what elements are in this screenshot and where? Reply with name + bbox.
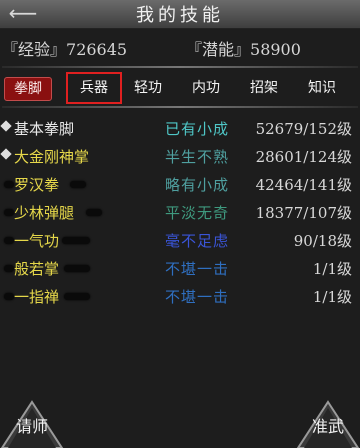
skill-name: 一气功	[14, 232, 60, 250]
tab-zhishi[interactable]: 知识	[302, 77, 342, 99]
brush-stroke-icon	[4, 265, 14, 272]
potential-label: 『潜能』	[186, 40, 251, 59]
skill-row[interactable]: 少林弹腿 平淡无奇 18377/107级	[0, 202, 360, 228]
divider-mid	[2, 106, 358, 108]
brush-stroke-icon	[4, 293, 14, 300]
tab-bingqi[interactable]: 兵器	[66, 72, 122, 104]
title-bar: ⟵ 我的技能	[0, 0, 360, 29]
page-title: 我的技能	[136, 5, 224, 26]
skill-level: 1/1级	[312, 260, 352, 278]
request-master-button[interactable]: 请师	[0, 400, 64, 448]
tab-neigong[interactable]: 内功	[186, 77, 226, 99]
prepare-martial-label: 准武	[311, 417, 344, 436]
skill-level: 18377/107级	[255, 204, 352, 222]
skill-rank: 不堪一击	[165, 260, 230, 278]
skill-name: 大金刚神掌	[14, 148, 90, 166]
skill-level: 52679/152级	[255, 120, 352, 138]
skill-rank: 已有小成	[165, 120, 230, 138]
tab-quanjiao[interactable]: 拳脚	[4, 77, 52, 101]
skill-name: 罗汉拳	[14, 176, 60, 194]
skill-rank: 不堪一击	[165, 288, 230, 306]
tab-qinggong[interactable]: 轻功	[128, 77, 168, 99]
exp-stat: 『经验』726645	[2, 36, 127, 60]
exp-value: 726645	[66, 40, 128, 59]
skill-row[interactable]: 般若掌 不堪一击 1/1级	[0, 258, 360, 284]
skill-rank: 略有小成	[165, 176, 230, 194]
brush-stroke-icon	[86, 209, 102, 216]
prepare-martial-button[interactable]: 准武	[296, 400, 360, 448]
brush-stroke-icon	[64, 293, 90, 300]
skill-name: 少林弹腿	[14, 204, 75, 222]
skill-level: 28601/124级	[255, 148, 352, 166]
tab-zhaojia[interactable]: 招架	[244, 77, 284, 99]
brush-stroke-icon	[64, 265, 90, 272]
brush-stroke-icon	[4, 237, 14, 244]
skill-row[interactable]: 一指禅 不堪一击 1/1级	[0, 286, 360, 312]
brush-stroke-icon	[4, 181, 14, 188]
skill-rank: 半生不熟	[165, 148, 230, 166]
skill-tabs: 拳脚 兵器 轻功 内功 招架 知识	[0, 72, 360, 104]
request-master-label: 请师	[15, 417, 48, 436]
stats-row: 『经验』726645 『潜能』58900	[0, 36, 360, 60]
skill-row[interactable]: 罗汉拳 略有小成 42464/141级	[0, 174, 360, 200]
exp-label: 『经验』	[2, 40, 67, 59]
skill-level: 42464/141级	[255, 176, 352, 194]
divider-top	[2, 66, 358, 68]
skill-name: 一指禅	[14, 288, 60, 306]
skill-row[interactable]: 大金刚神掌 半生不熟 28601/124级	[0, 146, 360, 172]
skill-name: 般若掌	[14, 260, 60, 278]
selected-diamond-icon	[0, 148, 12, 160]
potential-stat: 『潜能』58900	[186, 36, 301, 60]
skill-level: 90/18级	[293, 232, 352, 250]
skill-rank: 平淡无奇	[165, 204, 230, 222]
skill-rank: 毫不足虑	[165, 232, 230, 250]
skill-row[interactable]: 一气功 毫不足虑 90/18级	[0, 230, 360, 256]
potential-value: 58900	[250, 40, 301, 59]
brush-stroke-icon	[70, 181, 86, 188]
skill-row[interactable]: 基本拳脚 已有小成 52679/152级	[0, 118, 360, 144]
brush-stroke-icon	[4, 209, 14, 216]
brush-stroke-icon	[62, 237, 90, 244]
skill-name: 基本拳脚	[14, 120, 75, 138]
selected-diamond-icon	[0, 120, 12, 132]
skill-level: 1/1级	[312, 288, 352, 306]
